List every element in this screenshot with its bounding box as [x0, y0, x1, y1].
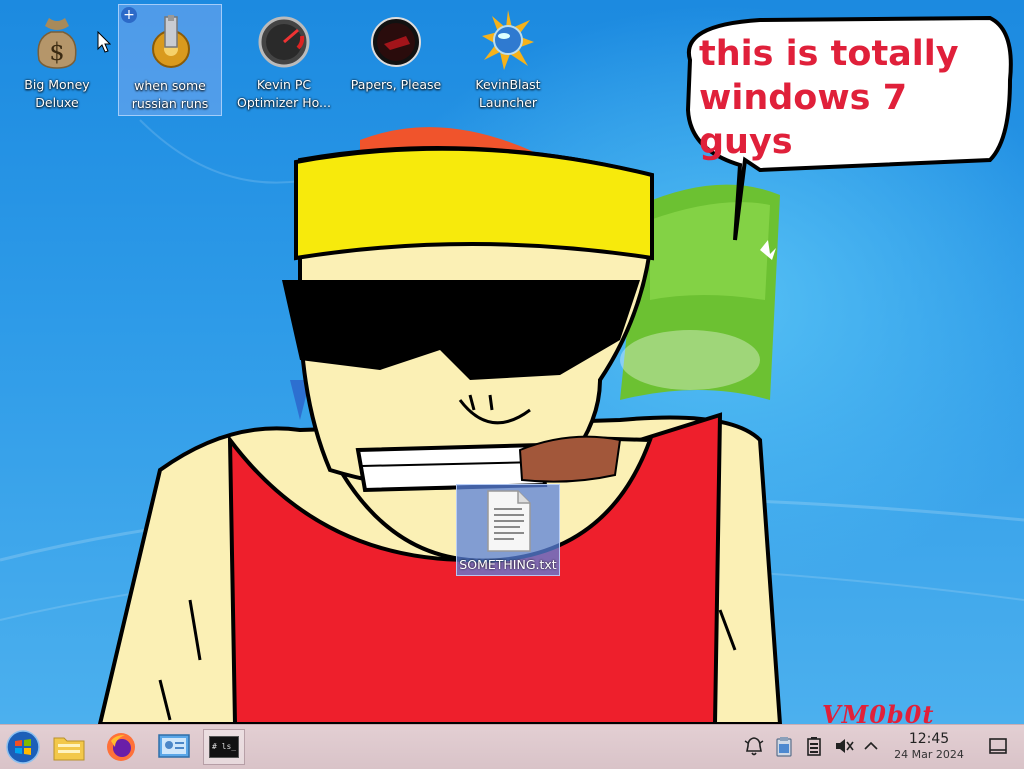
clipboard-icon[interactable]	[773, 735, 795, 757]
battery-icon[interactable]	[803, 735, 825, 757]
desktop-icon-kevin-pc-optimizer[interactable]: Kevin PC Optimizer Ho...	[232, 4, 336, 116]
notifications-icon[interactable]	[743, 735, 765, 757]
clock-date[interactable]: 24 Mar 2024	[880, 748, 978, 761]
speedometer-icon	[258, 16, 310, 68]
icon-label: KevinBlast Launcher	[475, 77, 541, 110]
desktop-icon-kevinblast-launcher[interactable]: KevinBlast Launcher	[456, 4, 560, 116]
mouse-cursor-icon	[97, 31, 111, 53]
terminal-icon: # ls_	[209, 736, 239, 758]
money-bag-icon: $	[37, 18, 77, 69]
desktop-icon-russian[interactable]: + when some russian runs a...	[118, 4, 222, 116]
clock-time[interactable]: 12:45	[896, 731, 962, 747]
file-manager-icon	[53, 737, 85, 761]
gear-icon	[152, 15, 190, 68]
taskbar-terminal[interactable]: # ls_	[203, 729, 245, 765]
speech-line-2: windows 7 guys	[699, 78, 908, 162]
icon-label: Big Money Deluxe	[24, 77, 90, 110]
icon-label: Papers, Please	[350, 77, 442, 92]
taskbar-firefox[interactable]	[100, 729, 142, 765]
taskbar-file-manager[interactable]	[48, 729, 90, 765]
speech-line-1: this is totally	[699, 34, 959, 74]
text-document-icon	[487, 490, 531, 552]
plus-badge-icon[interactable]: +	[121, 7, 137, 23]
desktop-icon-big-money-deluxe[interactable]: $ Big Money Deluxe	[5, 4, 109, 116]
firefox-icon	[107, 733, 135, 761]
desktop-file-something-txt[interactable]: SOMETHING.txt	[456, 484, 560, 576]
start-orb-icon	[6, 730, 40, 764]
terminal-prompt: # ls_	[212, 742, 237, 751]
blast-globe-icon	[482, 10, 534, 70]
taskbar-control-panel[interactable]	[153, 729, 195, 765]
desktop-icon-papers-please[interactable]: Papers, Please	[344, 4, 448, 116]
desktop[interactable]: $ Big Money Deluxe + when some russian r…	[0, 0, 1024, 724]
icon-label: Kevin PC Optimizer Ho...	[237, 77, 331, 110]
icon-label: when some russian runs a...	[131, 78, 209, 115]
control-panel-icon	[158, 734, 190, 758]
speech-bubble-text: this is totally windows 7 guys	[699, 32, 999, 164]
taskbar: # ls_	[0, 724, 1024, 769]
file-label: SOMETHING.txt	[459, 557, 557, 572]
svg-text:$: $	[49, 38, 64, 66]
papers-please-icon	[371, 17, 421, 67]
show-desktop-icon[interactable]	[987, 735, 1009, 757]
start-button[interactable]	[2, 729, 44, 765]
volume-muted-icon[interactable]	[833, 735, 855, 757]
artist-signature: VM0b0t	[822, 700, 935, 724]
chevron-up-icon[interactable]	[860, 735, 882, 757]
